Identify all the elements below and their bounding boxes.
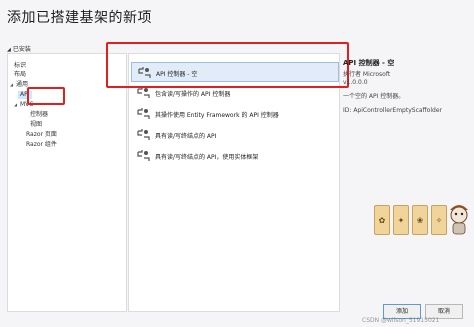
tree-header-label: 已安装 xyxy=(12,46,31,53)
tile-icon: ✧ xyxy=(431,205,447,235)
details-version: v1.0.0.0 xyxy=(343,79,368,86)
decorative-gallery: ✿ ✦ ❀ ✧ xyxy=(374,205,448,239)
list-item-label: 具有读/写终结点的 API，使用实体框架 xyxy=(155,154,259,161)
api-controller-icon xyxy=(137,129,150,140)
tree-item-common[interactable]: ◢ 通用 xyxy=(10,81,28,89)
watermark: CSDN @wilson_51915021 xyxy=(362,317,440,324)
tree-item-layout[interactable]: 布局 xyxy=(14,71,26,79)
list-item-label: 包含读/写操作的 API 控制器 xyxy=(155,91,231,98)
list-item[interactable]: 其操作使用 Entity Framework 的 API 控制器 xyxy=(131,104,339,124)
tile-icon: ❀ xyxy=(412,205,428,235)
tree-item-controller[interactable]: 控制器 xyxy=(30,111,48,119)
tree-item-view[interactable]: 视图 xyxy=(30,121,42,129)
details-title: API 控制器 - 空 xyxy=(343,59,395,67)
dialog-title: 添加已搭建基架的新项 xyxy=(7,10,152,26)
list-item[interactable]: 具有读/写终结点的 API xyxy=(131,125,339,145)
highlight-box xyxy=(27,87,65,105)
tile-icon: ✦ xyxy=(393,205,409,235)
add-scaffold-dialog: 添加已搭建基架的新项 ◢ 已安装 标识 布局 ◢ 通用 API ◢ MVC 控制器 视… xyxy=(0,0,474,327)
template-list: API 控制器 - 空 包含读/写操作的 API 控制器 其操作使用 Entit… xyxy=(128,53,340,312)
tree-header[interactable]: ◢ 已安装 xyxy=(7,44,31,53)
tree-item-razor-components[interactable]: Razor 组件 xyxy=(26,141,57,149)
list-item-label: 其操作使用 Entity Framework 的 API 控制器 xyxy=(155,112,279,119)
list-item-label: 具有读/写终结点的 API xyxy=(155,133,217,140)
tree-item-razor-pages[interactable]: Razor 页面 xyxy=(26,131,57,139)
details-panel: API 控制器 - 空 执行者 Microsoft v1.0.0.0 一个空的 … xyxy=(341,53,467,312)
category-tree: 标识 布局 ◢ 通用 API ◢ MVC 控制器 视图 Razor 页面 Razor… xyxy=(7,53,127,312)
details-author: 执行者 Microsoft xyxy=(343,71,391,78)
mascot-icon xyxy=(450,205,468,235)
highlight-box xyxy=(106,42,349,88)
details-description: 一个空的 API 控制器。 xyxy=(343,93,405,100)
tile-icon: ✿ xyxy=(374,205,390,235)
details-id: ID: ApiControllerEmptyScaffolder xyxy=(343,107,442,114)
tree-item-identity[interactable]: 标识 xyxy=(14,62,26,70)
list-item[interactable]: 具有读/写终结点的 API，使用实体框架 xyxy=(131,146,339,166)
api-controller-icon xyxy=(137,108,150,119)
api-controller-icon xyxy=(137,150,150,161)
